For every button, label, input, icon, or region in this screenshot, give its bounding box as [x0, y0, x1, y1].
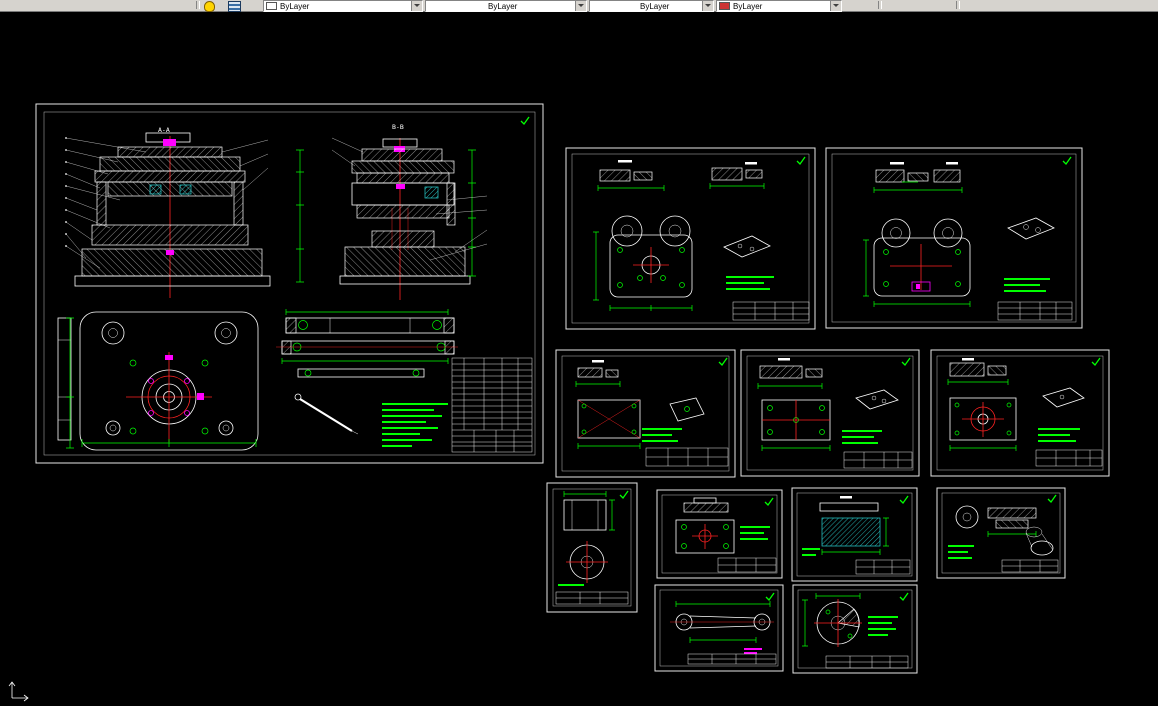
layer-combo[interactable]: ByLayer	[263, 0, 423, 12]
color-combo-value: ByLayer	[488, 1, 518, 11]
drawing-canvas[interactable]: A-A B-B	[0, 11, 1158, 706]
lineweight-combo-value: ByLayer	[733, 1, 763, 11]
color-combo[interactable]: ByLayer	[425, 0, 587, 12]
sheet-punch-part[interactable]	[546, 482, 638, 613]
layer-color-swatch	[266, 2, 277, 10]
section-label: B-B	[392, 123, 404, 131]
layer-state-icon[interactable]	[204, 1, 215, 12]
sheet-assembly[interactable]: A-A B-B	[35, 103, 544, 464]
sheet-lower-die-holder[interactable]	[825, 147, 1083, 329]
chevron-down-icon[interactable]	[702, 1, 713, 11]
sheet-block-part[interactable]	[656, 489, 783, 579]
lineweight-swatch	[719, 2, 730, 10]
layer-combo-value: ByLayer	[280, 1, 310, 11]
sheet-bushing-part[interactable]	[936, 487, 1066, 579]
sheet-plate-part-1[interactable]	[555, 349, 736, 478]
lineweight-combo[interactable]: ByLayer	[716, 0, 842, 12]
sheet-disc-part[interactable]	[792, 584, 918, 674]
object-properties-toolbar: ByLayer ByLayer ByLayer ByLayer	[0, 0, 1158, 12]
toolbar-separator	[956, 1, 960, 9]
sheet-pad-part[interactable]	[791, 487, 918, 582]
toolbar-separator	[878, 1, 882, 9]
layer-manager-icon[interactable]	[228, 1, 241, 12]
chevron-down-icon[interactable]	[575, 1, 586, 11]
sheet-plate-part-3[interactable]	[930, 349, 1110, 477]
sheet-plate-part-2[interactable]	[740, 349, 920, 477]
chevron-down-icon[interactable]	[411, 1, 422, 11]
sheet-upper-die-holder[interactable]	[565, 147, 816, 330]
sheet-link-part[interactable]	[654, 584, 784, 672]
linetype-combo-value: ByLayer	[640, 1, 670, 11]
ucs-axis-icon	[8, 681, 29, 702]
technical-notes	[558, 584, 584, 586]
linetype-combo[interactable]: ByLayer	[589, 0, 714, 12]
toolbar-separator	[196, 1, 200, 9]
chevron-down-icon[interactable]	[830, 1, 841, 11]
